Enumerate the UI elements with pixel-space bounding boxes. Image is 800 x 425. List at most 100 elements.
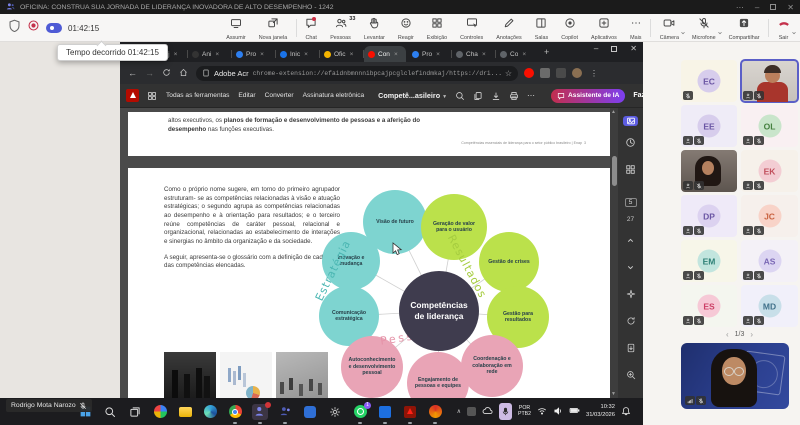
tab-close-icon[interactable]: × [260, 51, 264, 58]
next-page-icon[interactable]: › [750, 330, 753, 339]
compartilhar-button[interactable]: Compartilhar [722, 14, 766, 42]
participant-tile-ek[interactable]: EK [741, 150, 798, 192]
assumir-button[interactable]: Assumir [220, 14, 252, 42]
participant-tile-jc[interactable]: JC [741, 195, 798, 237]
extensions-puzzle-icon[interactable] [556, 68, 566, 78]
browser-tab[interactable]: Co× [496, 46, 536, 62]
browser-tab[interactable]: Ani× [188, 46, 230, 62]
mic-in-use-indicator[interactable] [499, 403, 512, 420]
current-page-box[interactable]: 5 [625, 198, 637, 207]
forward-icon[interactable]: → [145, 68, 154, 78]
participant-tile-ec[interactable]: EC [681, 60, 737, 102]
file-explorer-icon[interactable] [177, 404, 193, 420]
document-title-dropdown[interactable]: Competê...asileiro ▼ [378, 91, 447, 100]
sair-button[interactable]: Sair [771, 14, 796, 42]
tab-close-icon[interactable]: × [394, 51, 398, 58]
minimize-button[interactable]: – [755, 3, 759, 12]
page-tools-icon[interactable] [626, 340, 636, 358]
app-code-icon[interactable] [377, 404, 393, 420]
notification-bell-icon[interactable] [621, 403, 631, 421]
rotate-icon[interactable] [626, 313, 636, 331]
menu-convert[interactable]: Converter [265, 92, 294, 99]
clock-date[interactable]: 10:3231/03/2026 [586, 404, 615, 418]
page-up-icon[interactable] [626, 232, 635, 250]
ai-panel-icon[interactable] [623, 116, 638, 126]
search-icon[interactable] [102, 404, 118, 420]
participant-tile-as[interactable]: AS [741, 240, 798, 282]
app-red-icon[interactable] [427, 404, 443, 420]
camera-button[interactable]: Câmera [653, 14, 685, 42]
levantar-button[interactable]: Levantar [357, 14, 391, 42]
maximize-button[interactable] [770, 4, 776, 10]
widgets-icon[interactable] [152, 404, 168, 420]
enhance-icon[interactable] [626, 286, 636, 304]
tab-close-icon[interactable]: × [436, 51, 440, 58]
participant-tile-dp[interactable]: DP [681, 195, 737, 237]
back-icon[interactable]: ← [128, 68, 137, 78]
battery-icon[interactable] [569, 403, 580, 421]
tray-app-icon[interactable] [467, 407, 476, 416]
browser-tab[interactable]: Ofic× [320, 46, 362, 62]
download-icon[interactable] [491, 91, 501, 101]
reload-icon[interactable] [162, 68, 171, 79]
reagir-button[interactable]: Reagir [391, 14, 420, 42]
close-button[interactable]: ✕ [787, 3, 794, 12]
settings-icon[interactable] [327, 404, 343, 420]
search-icon[interactable] [455, 91, 465, 101]
address-bar[interactable]: Adobe Acr chrome-extension://efaidnbmnnn… [196, 66, 518, 81]
whatsapp-icon[interactable]: 1 [352, 404, 368, 420]
tab-close-icon[interactable]: × [174, 51, 178, 58]
home-icon[interactable] [179, 68, 188, 79]
tab-close-icon[interactable]: × [350, 51, 354, 58]
participant-tile-ee[interactable]: EE [681, 105, 737, 147]
hidden-icons-chevron[interactable]: ∧ [457, 408, 461, 415]
browser-tab[interactable]: Pro× [408, 46, 450, 62]
history-icon[interactable] [625, 135, 636, 153]
elapsed-timer[interactable]: 01:42:15 [68, 24, 99, 33]
anotacoes-button[interactable]: Anotações [490, 14, 528, 42]
more-tools-icon[interactable]: ⋯ [527, 91, 535, 100]
restore-button[interactable] [611, 46, 617, 52]
ai-assistant-button[interactable]: Assistente de IA [551, 89, 625, 103]
controles-button[interactable]: Controles [454, 14, 490, 42]
onedrive-cloud-icon[interactable] [482, 403, 493, 421]
teams-icon[interactable] [277, 404, 293, 420]
acrobat-icon[interactable] [402, 404, 418, 420]
menu-all-tools[interactable]: Todas as ferramentas [166, 92, 229, 99]
browser-tab[interactable]: Con× [364, 46, 406, 62]
pessoas-button[interactable]: Pessoas33 [324, 14, 358, 42]
page-down-icon[interactable] [626, 259, 635, 277]
nova-janela-button[interactable]: Nova janela [252, 14, 293, 42]
wifi-icon[interactable] [537, 403, 547, 421]
acrobat-menu-icon[interactable] [147, 91, 157, 101]
zoom-in-icon[interactable] [626, 367, 636, 385]
chat-button[interactable]: Chat [299, 14, 324, 42]
copilot-pill-icon[interactable] [46, 23, 62, 33]
profile-avatar[interactable] [572, 68, 582, 78]
browser-tab[interactable]: Cha× [452, 46, 494, 62]
participant-video-tile[interactable] [681, 150, 737, 192]
prev-page-icon[interactable]: ‹ [726, 330, 729, 339]
browser-tab[interactable]: Pro× [232, 46, 274, 62]
participant-tile-es[interactable]: ES [681, 285, 737, 327]
menu-edit[interactable]: Editar [238, 92, 255, 99]
browser-menu-icon[interactable]: ⋮ [590, 69, 598, 78]
microfone-button[interactable]: Microfone [685, 14, 722, 42]
adobe-extension-icon[interactable] [524, 68, 534, 78]
participant-tile-em[interactable]: EM [681, 240, 737, 282]
salas-button[interactable]: Salas [528, 14, 555, 42]
print-icon[interactable] [509, 91, 519, 101]
language-indicator[interactable]: PORPTB2 [518, 406, 531, 418]
participant-tile-md[interactable]: MD [741, 285, 798, 327]
participant-video-tile[interactable] [741, 60, 798, 102]
copilot-button[interactable]: Copilot [555, 14, 585, 42]
teams-notification-icon[interactable] [252, 404, 268, 420]
tab-close-icon[interactable]: × [215, 51, 219, 58]
speaker-icon[interactable] [553, 403, 563, 421]
close-button[interactable]: ✕ [630, 44, 637, 53]
exibicao-button[interactable]: Exibição [420, 14, 453, 42]
new-tab-button[interactable]: + [544, 48, 549, 57]
thumbnails-icon[interactable] [625, 162, 636, 180]
participant-tile-ol[interactable]: OL [741, 105, 798, 147]
app-blue-icon[interactable] [302, 404, 318, 420]
